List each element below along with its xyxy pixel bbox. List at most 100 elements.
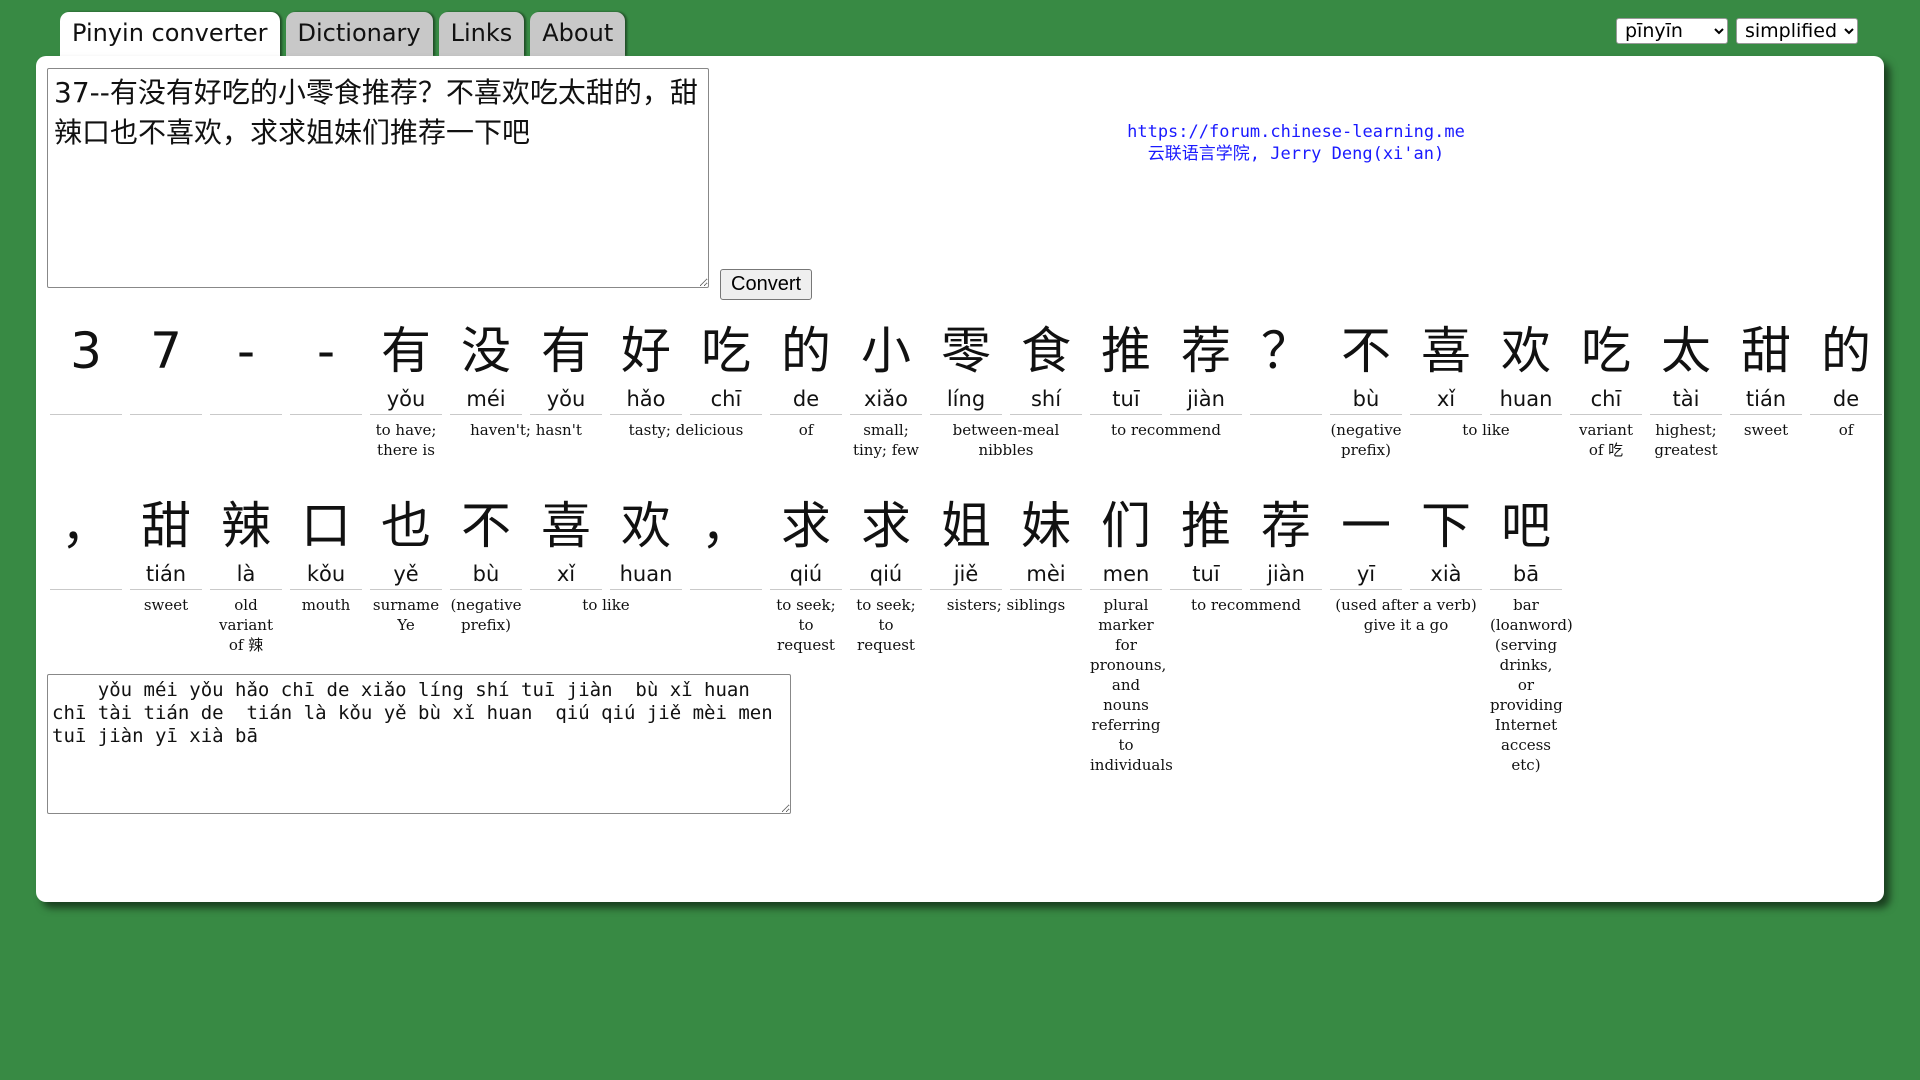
hanzi-char[interactable]: 喜 <box>530 493 602 559</box>
hanzi-char[interactable]: 们 <box>1090 493 1162 559</box>
char-cell: 妹 mèi <box>1010 493 1082 590</box>
hanzi-char[interactable]: 的 <box>770 318 842 384</box>
hanzi-char[interactable]: 不 <box>1330 318 1402 384</box>
hanzi-char[interactable]: 零 <box>930 318 1002 384</box>
gloss-text: sisters; siblings <box>946 596 1066 614</box>
hanzi-char[interactable]: 吃 <box>1570 318 1642 384</box>
hanzi-char[interactable]: 推 <box>1090 318 1162 384</box>
char-cell: 推 tuī <box>1170 493 1242 590</box>
char-cell: 辣 là <box>210 493 282 590</box>
char-cell: 有 yǒu <box>370 318 442 415</box>
hanzi-char[interactable]: 小 <box>850 318 922 384</box>
pinyin-syllable: tuī <box>1090 384 1162 415</box>
char-cell: 有 yǒu <box>530 318 602 415</box>
hanzi-char[interactable]: 求 <box>850 493 922 559</box>
pinyin-syllable <box>1250 384 1322 415</box>
char-cell: - <box>210 318 282 415</box>
pinyin-syllable <box>50 559 122 590</box>
gloss-text: variant of 吃 <box>1578 421 1634 459</box>
gloss-text: of <box>1838 421 1854 439</box>
tab-dictionary[interactable]: Dictionary <box>285 12 433 56</box>
tab-about[interactable]: About <box>530 12 626 56</box>
char-cell: 姐 jiě <box>930 493 1002 590</box>
pinyin-syllable: huan <box>1490 384 1562 415</box>
gloss-text: surname Ye <box>372 596 440 634</box>
pinyin-mode-select[interactable]: pīnyīn <box>1616 18 1728 44</box>
char-cell: 欢 huan <box>610 493 682 590</box>
author-credit: 云联语言学院, Jerry Deng(xi'an) <box>1147 144 1445 164</box>
char-cell: 下 xià <box>1410 493 1482 590</box>
hanzi-char[interactable]: ， <box>690 493 762 559</box>
char-cell: 吃 chī <box>1570 318 1642 415</box>
hanzi-char[interactable]: 的 <box>1810 318 1882 384</box>
hanzi-char[interactable]: 荐 <box>1170 318 1242 384</box>
tab-links[interactable]: Links <box>438 12 525 56</box>
gloss-text: haven't; hasn't <box>470 421 582 439</box>
pinyin-syllable: tián <box>1730 384 1802 415</box>
script-select[interactable]: simplified <box>1736 18 1858 44</box>
char-cell: 求 qiú <box>770 493 842 590</box>
pinyin-syllable <box>130 384 202 415</box>
pinyin-syllable: là <box>210 559 282 590</box>
hanzi-char[interactable]: 甜 <box>1730 318 1802 384</box>
pinyin-syllable: méi <box>450 384 522 415</box>
hanzi-char[interactable]: 有 <box>530 318 602 384</box>
hanzi-char[interactable]: 喜 <box>1410 318 1482 384</box>
gloss-text: to recommend <box>1111 421 1221 439</box>
hanzi-char[interactable]: 推 <box>1170 493 1242 559</box>
hanzi-char[interactable]: 太 <box>1650 318 1722 384</box>
pinyin-output[interactable]: yǒu méi yǒu hǎo chī de xiǎo líng shí tuī… <box>47 674 791 814</box>
hanzi-char[interactable]: 荐 <box>1250 493 1322 559</box>
char-cell: 喜 xǐ <box>530 493 602 590</box>
char-cell: 好 hǎo <box>610 318 682 415</box>
char-cell: 太 tài <box>1650 318 1722 415</box>
hanzi-char[interactable]: 吃 <box>690 318 762 384</box>
convert-button[interactable]: Convert <box>720 269 813 300</box>
pinyin-syllable: chī <box>690 384 762 415</box>
pinyin-syllable <box>690 559 762 590</box>
char-cell: 不 bù <box>450 493 522 590</box>
hanzi-char[interactable]: 妹 <box>1010 493 1082 559</box>
hanzi-char[interactable]: - <box>210 318 282 384</box>
hanzi-char[interactable]: 也 <box>370 493 442 559</box>
hanzi-char[interactable]: 好 <box>610 318 682 384</box>
hanzi-char[interactable]: ？ <box>1250 318 1322 384</box>
hanzi-char[interactable]: 口 <box>290 493 362 559</box>
hanzi-char[interactable]: 吧 <box>1490 493 1562 559</box>
char-cell: - <box>290 318 362 415</box>
hanzi-char[interactable]: 有 <box>370 318 442 384</box>
hanzi-char[interactable]: 欢 <box>1490 318 1562 384</box>
char-cell: 7 <box>130 318 202 415</box>
hanzi-char[interactable]: 7 <box>130 318 202 384</box>
pinyin-syllable: tài <box>1650 384 1722 415</box>
pinyin-syllable: bā <box>1490 559 1562 590</box>
hanzi-char[interactable]: 3 <box>50 318 122 384</box>
tab-pinyin-converter[interactable]: Pinyin converter <box>60 12 280 60</box>
pinyin-syllable <box>50 384 122 415</box>
gloss-text: tasty; delicious <box>628 421 744 439</box>
hanzi-char[interactable]: 没 <box>450 318 522 384</box>
hanzi-char[interactable]: 辣 <box>210 493 282 559</box>
hanzi-char[interactable]: 甜 <box>130 493 202 559</box>
hanzi-char[interactable]: 一 <box>1330 493 1402 559</box>
hanzi-char[interactable]: 食 <box>1010 318 1082 384</box>
chinese-input[interactable]: 37--有没有好吃的小零食推荐？不喜欢吃太甜的，甜辣口也不喜欢，求求姐妹们推荐一… <box>47 68 709 288</box>
pinyin-syllable: shí <box>1010 384 1082 415</box>
tab-bar: Pinyin converter Dictionary Links About <box>60 12 626 60</box>
char-cell: 喜 xǐ <box>1410 318 1482 415</box>
char-cell: 不 bù <box>1330 318 1402 415</box>
pinyin-syllable: tuī <box>1170 559 1242 590</box>
hanzi-char[interactable]: 姐 <box>930 493 1002 559</box>
gloss-text: to like <box>582 596 630 614</box>
hanzi-char[interactable]: 下 <box>1410 493 1482 559</box>
forum-link[interactable]: https://forum.chinese-learning.me <box>1036 121 1556 143</box>
char-cell: 零 líng <box>930 318 1002 415</box>
hanzi-char[interactable]: - <box>290 318 362 384</box>
hanzi-char[interactable]: 不 <box>450 493 522 559</box>
hanzi-char[interactable]: 欢 <box>610 493 682 559</box>
gloss-text: sweet <box>1743 421 1789 439</box>
pinyin-syllable: hǎo <box>610 384 682 415</box>
gloss-text: sweet <box>143 596 189 614</box>
hanzi-char[interactable]: ， <box>50 493 122 559</box>
hanzi-char[interactable]: 求 <box>770 493 842 559</box>
